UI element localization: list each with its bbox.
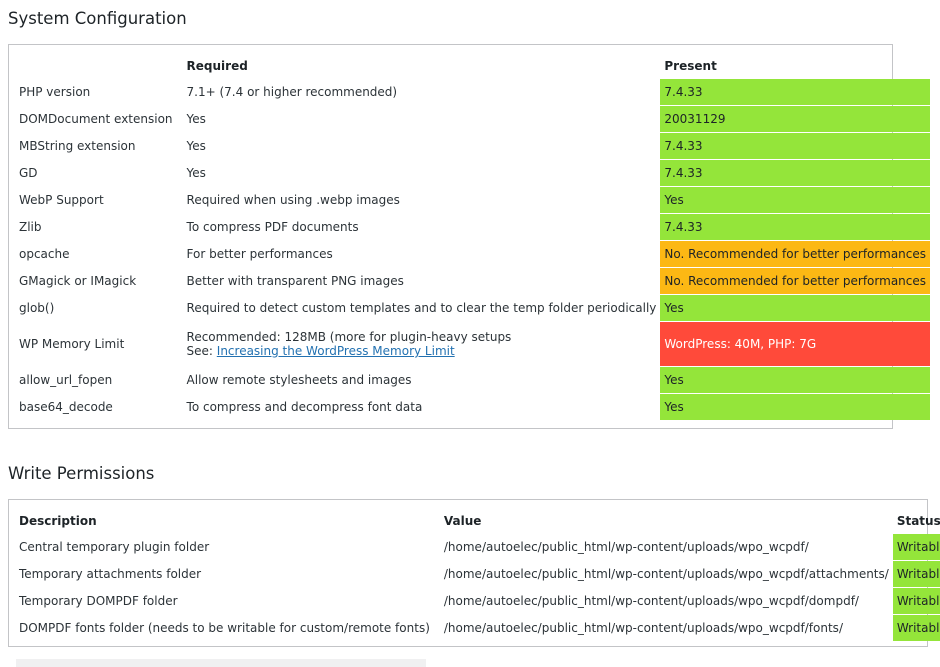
folder-status: Writable [892,561,940,587]
config-name: MBString extension [19,139,136,153]
config-name: DOMDocument extension [19,112,173,126]
table-row: Central temporary plugin folder/home/aut… [9,534,940,560]
config-name: WP Memory Limit [19,337,125,351]
config-present: WordPress: 40M, PHP: 7G [660,322,931,366]
see-label: See: [186,344,217,358]
table-header-row: Required Present [9,54,930,78]
config-name: opcache [19,247,70,261]
table-row: PHP version 7.1+ (7.4 or higher recommend… [9,79,931,105]
header-description: Description [19,514,97,528]
config-required: Better with transparent PNG images [186,274,404,288]
system-configuration-rows: PHP version 7.1+ (7.4 or higher recommend… [9,79,931,420]
config-required: Yes [186,112,206,126]
header-present: Present [664,59,717,73]
header-value: Value [443,514,482,528]
folder-path: /home/autoelec/public_html/wp-content/up… [443,540,809,554]
write-permissions-table: Description Value Status Central tempora… [9,508,940,642]
table-row: GD Yes 7.4.33 [9,160,931,186]
config-present: Yes [660,187,931,213]
folder-status: Writable [892,588,940,614]
header-status: Status [896,514,940,528]
memory-see-line: See: Increasing the WordPress Memory Lim… [187,344,657,358]
config-name: base64_decode [19,400,113,414]
config-required: For better performances [186,247,333,261]
folder-path: /home/autoelec/public_html/wp-content/up… [443,567,889,581]
table-row: GMagick or IMagick Better with transparen… [9,268,931,294]
config-name: PHP version [19,85,91,99]
config-present: No. Recommended for better performances [660,241,931,267]
table-row: MBString extension Yes 7.4.33 [9,133,931,159]
header-name [9,54,177,78]
system-configuration-panel: Required Present PHP version 7.1+ (7.4 or… [8,44,931,429]
config-required: To compress PDF documents [186,220,359,234]
write-permissions-panel: Description Value Status Central tempora… [8,499,940,647]
header-required: Required [186,59,248,73]
config-present: 20031129 [660,106,931,132]
table-row: Temporary attachments folder/home/autoel… [9,561,940,587]
memory-recommendation-text: Recommended: 128MB (more for plugin-heav… [186,330,512,344]
memory-limit-link[interactable]: Increasing the WordPress Memory Limit [217,344,455,358]
config-required: Recommended: 128MB (more for plugin-heav… [177,322,661,366]
table-header-row: Description Value Status [9,509,940,533]
cut-off-footer-row [8,656,932,667]
config-name: GD [19,166,38,180]
system-configuration-table: Required Present PHP version 7.1+ (7.4 or… [9,53,931,421]
config-required: Yes [186,139,206,153]
config-present: 7.4.33 [660,133,931,159]
config-name: Zlib [19,220,42,234]
config-required: Required to detect custom templates and … [186,301,657,315]
config-name: GMagick or IMagick [19,274,137,288]
folder-path: /home/autoelec/public_html/wp-content/up… [443,594,859,608]
config-present: Yes [660,394,931,420]
table-row: DOMPDF fonts folder (needs to be writabl… [9,615,940,641]
config-required: Allow remote stylesheets and images [186,373,412,387]
folder-description: DOMPDF fonts folder (needs to be writabl… [19,621,430,635]
config-name: WebP Support [19,193,104,207]
table-row: glob() Required to detect custom template… [9,295,931,321]
table-row: allow_url_fopen Allow remote stylesheets … [9,367,931,393]
table-row: base64_decode To compress and decompress … [9,394,931,420]
table-row: opcache For better performances No. Recomm… [9,241,931,267]
write-permissions-title: Write Permissions [8,464,155,483]
table-row: Zlib To compress PDF documents 7.4.33 [9,214,931,240]
config-required: Required when using .webp images [186,193,400,207]
config-name: allow_url_fopen [19,373,113,387]
config-present: 7.4.33 [660,214,931,240]
config-required: 7.1+ (7.4 or higher recommended) [186,85,398,99]
folder-description: Central temporary plugin folder [19,540,210,554]
folder-status: Writable [892,534,940,560]
table-row: DOMDocument extension Yes 20031129 [9,106,931,132]
folder-status: Writable [892,615,940,641]
folder-description: Temporary DOMPDF folder [19,594,178,608]
config-present: 7.4.33 [660,79,931,105]
table-row: WebP Support Required when using .webp im… [9,187,931,213]
table-row: WP Memory Limit Recommended: 128MB (more … [9,322,931,366]
config-present: 7.4.33 [660,160,931,186]
table-row: Temporary DOMPDF folder/home/autoelec/pu… [9,588,940,614]
config-present: Yes [660,295,931,321]
folder-description: Temporary attachments folder [19,567,202,581]
system-configuration-title: System Configuration [8,9,187,28]
config-required: Yes [186,166,206,180]
config-present: Yes [660,367,931,393]
folder-path: /home/autoelec/public_html/wp-content/up… [443,621,843,635]
config-required: To compress and decompress font data [186,400,423,414]
config-present: No. Recommended for better performances [660,268,931,294]
write-permissions-rows: Central temporary plugin folder/home/aut… [9,534,940,641]
config-name: glob() [19,301,55,315]
cut-off-input[interactable] [16,658,426,667]
